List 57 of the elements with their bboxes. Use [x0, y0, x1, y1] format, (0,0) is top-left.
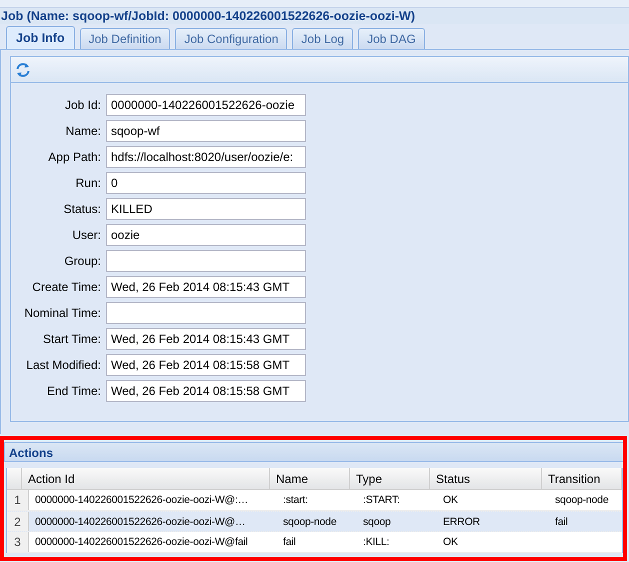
- column-header[interactable]: Transition: [542, 468, 622, 489]
- field-label: App Path:: [47, 149, 102, 166]
- tab[interactable]: Job Definition: [80, 28, 170, 49]
- table-cell: fail: [555, 516, 568, 528]
- table-cell: OK: [443, 494, 458, 506]
- text-field[interactable]: 0000000-140226001522626-oozie: [106, 94, 306, 116]
- tab[interactable]: Job Info: [6, 26, 75, 49]
- table-row[interactable]: 3 0000000-140226001522626-oozie-oozi-W@fail fail :KILL: OK: [7, 532, 622, 553]
- table-cell: 0000000-140226001522626-oozie-oozi-W@:…: [35, 494, 248, 506]
- field-label: Status:: [62, 201, 102, 218]
- refresh-icon[interactable]: [15, 62, 31, 78]
- table-cell: sqoop-node: [283, 516, 336, 528]
- text-field[interactable]: KILLED: [106, 198, 306, 220]
- window-title: Job (Name: sqoop-wf/JobId: 0000000-140226001522626-oozie-oozi-W): [0, 8, 629, 24]
- table-cell: :KILL:: [363, 536, 390, 548]
- field-label: Name:: [64, 123, 102, 140]
- column-header[interactable]: Action Id: [22, 468, 270, 489]
- text-field[interactable]: [106, 250, 306, 272]
- text-field[interactable]: sqoop-wf: [106, 120, 306, 142]
- table-cell: sqoop: [363, 516, 391, 528]
- field-label: End Time:: [46, 383, 102, 400]
- text-field[interactable]: 0: [106, 172, 306, 194]
- table-cell: 0000000-140226001522626-oozie-oozi-W@…: [35, 516, 246, 528]
- field-label: Create Time:: [31, 279, 102, 296]
- table-cell: OK: [443, 536, 458, 548]
- field-label: Group:: [63, 253, 102, 270]
- field-label: Nominal Time:: [23, 305, 102, 322]
- text-field[interactable]: oozie: [106, 224, 306, 246]
- text-field[interactable]: Wed, 26 Feb 2014 08:15:43 GMT: [106, 328, 306, 350]
- column-header[interactable]: Name: [270, 468, 350, 489]
- text-field[interactable]: Wed, 26 Feb 2014 08:15:43 GMT: [106, 276, 306, 298]
- text-field[interactable]: Wed, 26 Feb 2014 08:15:58 GMT: [106, 380, 306, 402]
- text-field[interactable]: [106, 302, 306, 324]
- row-number: 3: [7, 532, 29, 552]
- table-cell: fail: [283, 536, 296, 548]
- field-label: Last Modified:: [25, 357, 102, 374]
- field-label: Run:: [74, 175, 102, 192]
- field-label: Job Id:: [64, 97, 102, 114]
- tab[interactable]: Job Log: [292, 28, 354, 49]
- table-cell: ERROR: [443, 516, 480, 528]
- column-header[interactable]: Status: [430, 468, 542, 489]
- row-number: 2: [7, 512, 29, 531]
- field-label: Start Time:: [42, 331, 102, 348]
- tab[interactable]: Job Configuration: [175, 28, 288, 49]
- table-row[interactable]: 2 0000000-140226001522626-oozie-oozi-W@… sqoop-node sqoop ERROR fail: [7, 511, 622, 532]
- table-cell: :start:: [283, 494, 308, 506]
- table-cell: :START:: [363, 494, 400, 506]
- text-field[interactable]: Wed, 26 Feb 2014 08:15:58 GMT: [106, 354, 306, 376]
- actions-panel-header: Actions: [4, 442, 625, 462]
- row-number: 1: [7, 490, 29, 510]
- text-field[interactable]: hdfs://localhost:8020/user/oozie/e:: [106, 146, 306, 168]
- field-label: User:: [71, 227, 102, 244]
- table-cell: 0000000-140226001522626-oozie-oozi-W@fail: [35, 536, 248, 548]
- column-header[interactable]: Type: [350, 468, 430, 489]
- table-cell: sqoop-node: [555, 494, 608, 506]
- tab[interactable]: Job DAG: [358, 28, 425, 49]
- table-row[interactable]: 1 0000000-140226001522626-oozie-oozi-W@:… :start: :START: OK sqoop-node: [7, 490, 622, 511]
